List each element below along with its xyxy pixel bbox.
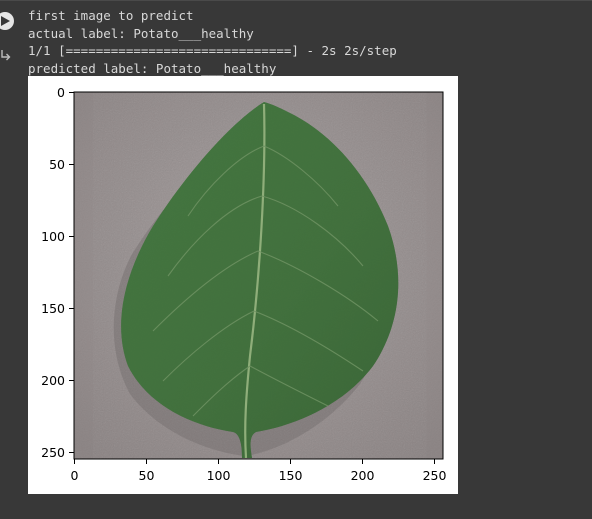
matplotlib-figure: 0 50 100 150 200 250 0 50 100 150 200 25… <box>28 76 458 494</box>
y-axis <box>69 92 74 453</box>
x-tick-100: 100 <box>207 468 231 483</box>
x-tick-200: 200 <box>351 468 375 483</box>
x-tick-150: 150 <box>279 468 303 483</box>
x-axis <box>74 459 435 464</box>
x-tick-0: 0 <box>71 468 79 483</box>
figure-svg: 0 50 100 150 200 250 0 50 100 150 200 25… <box>41 85 447 483</box>
output-line-4: predicted label: Potato___healthy <box>28 60 277 76</box>
output-line-2: actual label: Potato___healthy <box>28 25 254 41</box>
output-arrow-icon[interactable] <box>0 49 12 63</box>
output-line-3: 1/1 [==============================] - 2… <box>28 43 397 58</box>
y-tick-0: 0 <box>57 85 65 100</box>
y-tick-150: 150 <box>41 301 65 316</box>
cell-output-text: first image to predict actual label: Pota… <box>28 7 397 77</box>
play-icon <box>1 16 10 26</box>
y-tick-250: 250 <box>41 445 65 460</box>
y-tick-50: 50 <box>49 157 65 172</box>
run-cell-button[interactable] <box>0 12 14 30</box>
output-line-1: first image to predict <box>28 8 194 23</box>
y-tick-100: 100 <box>41 229 65 244</box>
y-tick-200: 200 <box>41 373 65 388</box>
leaf-image <box>74 92 443 459</box>
cell-divider <box>0 0 592 1</box>
x-tick-250: 250 <box>423 468 447 483</box>
x-tick-50: 50 <box>139 468 155 483</box>
notebook-cell: first image to predict actual label: Pota… <box>0 0 592 519</box>
